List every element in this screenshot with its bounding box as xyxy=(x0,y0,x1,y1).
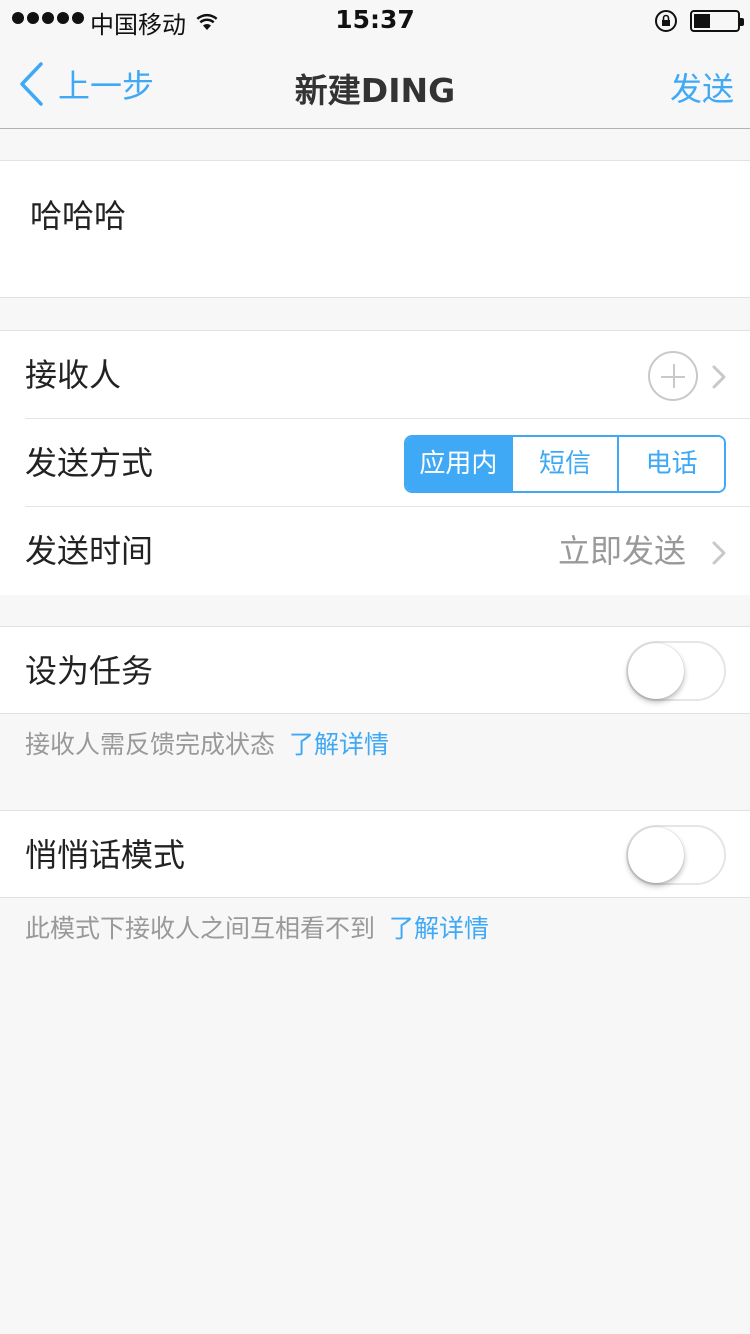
send-method-row: 发送方式 应用内 短信 电话 xyxy=(0,419,750,507)
send-method-option-sms[interactable]: 短信 xyxy=(510,437,618,491)
whisper-footnote: 此模式下接收人之间互相看不到 了解详情 xyxy=(25,912,489,946)
task-row: 设为任务 xyxy=(0,627,750,713)
send-method-label: 发送方式 xyxy=(25,444,154,482)
task-group: 设为任务 xyxy=(0,626,750,714)
whisper-note: 此模式下接收人之间互相看不到 xyxy=(25,914,376,943)
send-time-row[interactable]: 发送时间 立即发送 xyxy=(0,507,750,595)
battery-icon xyxy=(690,10,744,32)
whisper-label: 悄悄话模式 xyxy=(25,836,186,874)
navigation-bar: 上一步 新建DING 发送 xyxy=(0,40,750,129)
orientation-lock-icon xyxy=(654,9,678,39)
whisper-toggle[interactable] xyxy=(626,825,726,885)
toggle-knob xyxy=(628,643,684,699)
chevron-right-icon xyxy=(712,365,726,389)
send-time-label: 发送时间 xyxy=(25,532,154,570)
toggle-knob xyxy=(628,827,684,883)
recipient-row[interactable]: 接收人 xyxy=(0,331,750,419)
add-recipient-icon[interactable] xyxy=(648,351,698,401)
task-learn-more-link[interactable]: 了解详情 xyxy=(289,730,389,759)
send-method-segmented-control: 应用内 短信 电话 xyxy=(404,435,726,493)
send-method-option-phone[interactable]: 电话 xyxy=(617,437,724,491)
task-note: 接收人需反馈完成状态 xyxy=(25,730,276,759)
task-toggle[interactable] xyxy=(626,641,726,701)
task-label: 设为任务 xyxy=(25,652,154,690)
send-button[interactable]: 发送 xyxy=(670,64,734,110)
whisper-row: 悄悄话模式 xyxy=(0,811,750,897)
send-method-option-in-app[interactable]: 应用内 xyxy=(406,437,511,491)
clock: 15:37 xyxy=(335,5,415,34)
status-bar: 中国移动 15:37 xyxy=(0,0,750,40)
send-settings-group: 接收人 发送方式 应用内 短信 电话 发送时间 立即发送 xyxy=(0,330,750,595)
task-footnote: 接收人需反馈完成状态 了解详情 xyxy=(25,728,389,762)
send-time-value: 立即发送 xyxy=(557,532,686,570)
chevron-right-icon xyxy=(712,541,726,565)
whisper-group: 悄悄话模式 xyxy=(0,810,750,898)
page-title: 新建DING xyxy=(294,71,456,110)
message-text: 哈哈哈 xyxy=(30,197,127,235)
recipient-label: 接收人 xyxy=(25,356,122,394)
whisper-learn-more-link[interactable]: 了解详情 xyxy=(389,914,489,943)
message-input[interactable]: 哈哈哈 xyxy=(0,160,750,298)
